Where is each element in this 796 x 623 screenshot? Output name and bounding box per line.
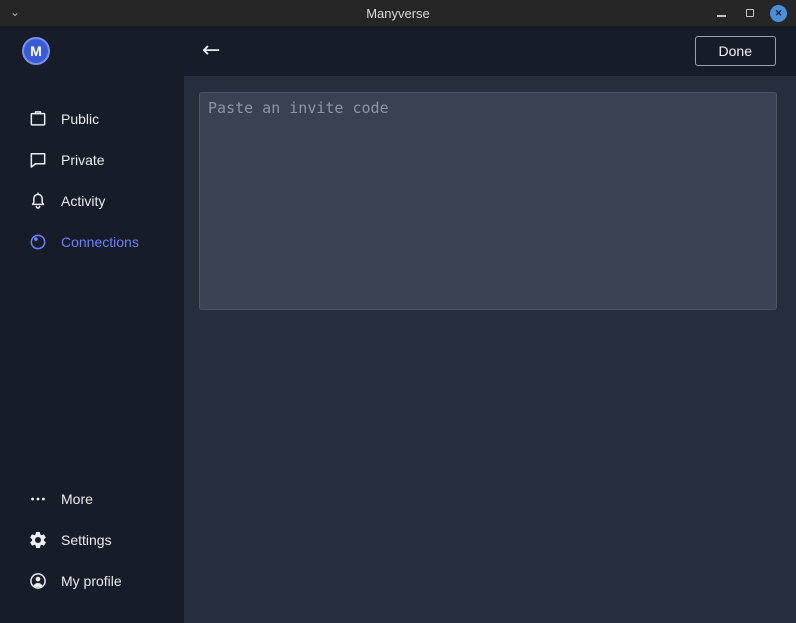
sidebar-item-label: Private xyxy=(61,152,105,168)
sidebar-item-private[interactable]: Private xyxy=(0,139,184,180)
restore-icon xyxy=(746,9,754,17)
app-header: M ← Done xyxy=(0,26,796,76)
manyverse-window: ⌄ Manyverse ✕ M ← Done Public xyxy=(0,0,796,623)
sidebar-item-label: My profile xyxy=(61,573,122,589)
bulletin-board-icon xyxy=(28,109,48,129)
sidebar-item-my-profile[interactable]: My profile xyxy=(0,560,184,601)
window-menu-chevron-icon[interactable]: ⌄ xyxy=(10,2,20,22)
window-title: Manyverse xyxy=(366,6,430,21)
titlebar: ⌄ Manyverse ✕ xyxy=(0,0,796,26)
close-button[interactable]: ✕ xyxy=(770,5,787,22)
profile-icon xyxy=(28,571,48,591)
sidebar: Public Private Activity Connections xyxy=(0,76,184,623)
done-button[interactable]: Done xyxy=(695,36,776,66)
gear-icon xyxy=(28,530,48,550)
connections-icon xyxy=(28,232,48,252)
dots-icon xyxy=(28,489,48,509)
sidebar-item-label: Activity xyxy=(61,193,105,209)
app-body: Public Private Activity Connections xyxy=(0,76,796,623)
sidebar-item-label: Settings xyxy=(61,532,112,548)
sidebar-item-label: Connections xyxy=(61,234,139,250)
sidebar-item-connections[interactable]: Connections xyxy=(0,221,184,262)
close-icon: ✕ xyxy=(775,9,783,18)
invite-code-input[interactable] xyxy=(199,92,777,310)
minimize-icon xyxy=(717,15,726,17)
minimize-button[interactable] xyxy=(712,4,730,22)
message-icon xyxy=(28,150,48,170)
back-arrow-icon[interactable]: ← xyxy=(202,40,220,62)
restore-button[interactable] xyxy=(741,4,759,22)
sidebar-item-public[interactable]: Public xyxy=(0,98,184,139)
sidebar-item-label: More xyxy=(61,491,93,507)
main-content xyxy=(184,76,796,623)
sidebar-item-label: Public xyxy=(61,111,99,127)
sidebar-item-more[interactable]: More xyxy=(0,478,184,519)
sidebar-item-settings[interactable]: Settings xyxy=(0,519,184,560)
sidebar-item-activity[interactable]: Activity xyxy=(0,180,184,221)
manyverse-logo: M xyxy=(22,37,50,65)
window-controls: ✕ xyxy=(712,4,796,22)
bell-icon xyxy=(28,191,48,211)
sidebar-spacer xyxy=(0,262,184,478)
